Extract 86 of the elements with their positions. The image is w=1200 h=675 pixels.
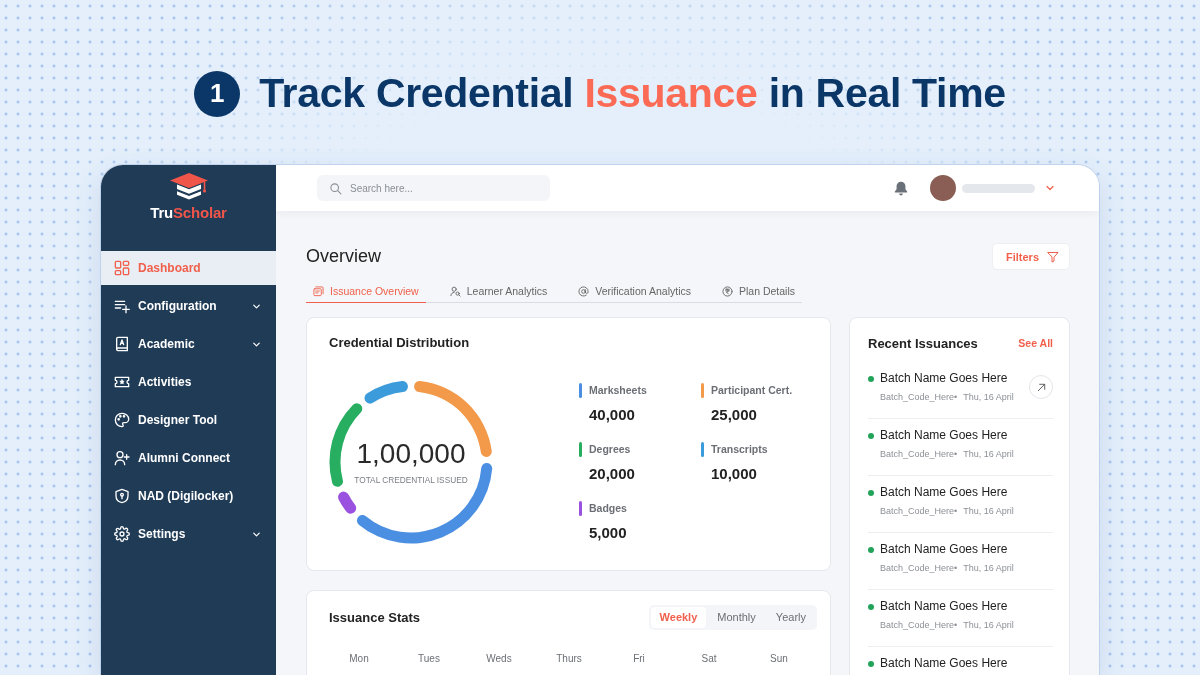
grid-icon <box>114 260 130 276</box>
arrow-up-right-icon <box>1035 381 1047 393</box>
period-tab[interactable]: Monthly <box>708 606 765 628</box>
issuance-row[interactable]: Batch Name Goes Here Batch_Code_Here• Thu, 16 April <box>868 476 1053 533</box>
sidebar-item[interactable]: Designer Tool <box>101 403 276 437</box>
total-count: 1,00,000 <box>356 439 466 469</box>
book-icon <box>114 336 130 352</box>
legend-label: Transcripts <box>711 442 769 456</box>
batch-code: Batch_Code_Here• <box>880 505 958 517</box>
batch-code: Batch_Code_Here• <box>880 619 958 631</box>
day-label: Tues <box>418 653 440 665</box>
status-dot-icon <box>868 490 874 496</box>
status-dot-icon <box>868 433 874 439</box>
legend-value: 10,000 <box>711 464 758 483</box>
batch-name: Batch Name Goes Here <box>880 656 1009 671</box>
sidebar-item[interactable]: Configuration <box>101 289 276 323</box>
card-title: Issuance Stats <box>329 609 421 625</box>
at-sign-icon <box>578 285 590 297</box>
status-dot-icon <box>868 376 874 382</box>
filter-icon <box>1047 250 1059 263</box>
ticket-icon <box>114 374 130 390</box>
issuance-row[interactable]: Batch Name Goes Here Batch_Code_Here• Thu, 16 April <box>868 533 1053 590</box>
palette-icon <box>114 412 130 428</box>
issue-date: Thu, 16 April <box>963 448 1014 460</box>
search-icon <box>329 181 342 195</box>
card-title: Credential Distribution <box>329 335 471 351</box>
open-button[interactable] <box>1029 375 1053 399</box>
batch-name: Batch Name Goes Here <box>880 542 1009 557</box>
logo-wordmark: TruScholar <box>150 204 227 221</box>
batch-name: Batch Name Goes Here <box>880 428 1009 443</box>
sidebar-item[interactable]: Academic <box>101 327 276 361</box>
legend-label: Participant Cert. <box>711 383 794 397</box>
issue-date: Thu, 16 April <box>963 619 1014 631</box>
day-label: Weds <box>486 653 512 665</box>
issuance-row[interactable]: Batch Name Goes Here Batch_Code_Here• Thu, 16 April <box>868 590 1053 647</box>
batch-name: Batch Name Goes Here <box>880 599 1009 614</box>
day-label: Sat <box>701 653 717 665</box>
card-title: Recent Issuances <box>868 335 978 351</box>
sidebar-item[interactable]: NAD (Digilocker) <box>101 479 276 513</box>
issue-date: Thu, 16 April <box>963 505 1014 517</box>
legend-value: 25,000 <box>711 405 758 424</box>
sidebar-item[interactable]: Alumni Connect <box>101 441 276 475</box>
issue-date: Thu, 16 April <box>963 391 1014 403</box>
user-add-icon <box>114 450 130 466</box>
period-tab[interactable]: Yearly <box>766 606 815 628</box>
tab[interactable]: Learner Analytics <box>442 280 555 303</box>
day-label: Thurs <box>556 653 582 665</box>
legend-value: 40,000 <box>589 405 636 424</box>
day-label: Sun <box>770 653 788 665</box>
legend-value: 20,000 <box>589 464 636 483</box>
day-label: Fri <box>633 653 645 665</box>
day-label: Mon <box>349 653 369 665</box>
issue-date: Thu, 16 April <box>963 562 1014 574</box>
status-dot-icon <box>868 604 874 610</box>
page-title: Overview <box>306 246 381 267</box>
total-label: TOTAL CREDENTIAL ISSUED <box>354 475 468 485</box>
status-dot-icon <box>868 547 874 553</box>
status-dot-icon <box>868 661 874 667</box>
batch-code: Batch_Code_Here• <box>880 391 958 403</box>
notification-bell-icon[interactable] <box>894 180 908 196</box>
graduation-cap-icon <box>168 173 209 200</box>
sidebar-item[interactable]: Settings <box>101 517 276 551</box>
document-icon <box>313 285 324 297</box>
gear-icon <box>114 526 130 542</box>
avatar-placeholder[interactable] <box>930 175 956 201</box>
issuance-row[interactable]: Batch Name Goes Here Batch_Code_Here• Thu, 16 April <box>868 419 1053 476</box>
legend-label: Badges <box>589 501 628 515</box>
list-add-icon <box>114 298 130 314</box>
batch-code: Batch_Code_Here• <box>880 448 958 460</box>
batch-name: Batch Name Goes Here <box>880 485 1009 500</box>
legend-label: Marksheets <box>589 383 648 397</box>
issuance-row[interactable]: Batch Name Goes Here Batch_Code_Here• Thu, 16 April <box>868 362 1053 419</box>
sidebar-item[interactable]: Activities <box>101 365 276 399</box>
legend-value: 5,000 <box>589 523 628 542</box>
rupee-coin-icon <box>721 285 733 297</box>
search-field[interactable]: Search here... <box>317 175 550 201</box>
legend-label: Degrees <box>589 442 632 456</box>
batch-name: Batch Name Goes Here <box>880 371 1009 386</box>
page-headline: Track Credential Issuance in Real Time <box>259 70 1006 117</box>
tab[interactable]: Verification Analytics <box>571 280 698 303</box>
shield-icon <box>114 488 130 504</box>
step-number: 1 <box>194 70 241 117</box>
user-search-icon <box>449 285 461 297</box>
tab[interactable]: Plan Details <box>714 280 802 303</box>
batch-code: Batch_Code_Here• <box>880 562 958 574</box>
issuance-row[interactable]: Batch Name Goes Here <box>868 647 1053 675</box>
